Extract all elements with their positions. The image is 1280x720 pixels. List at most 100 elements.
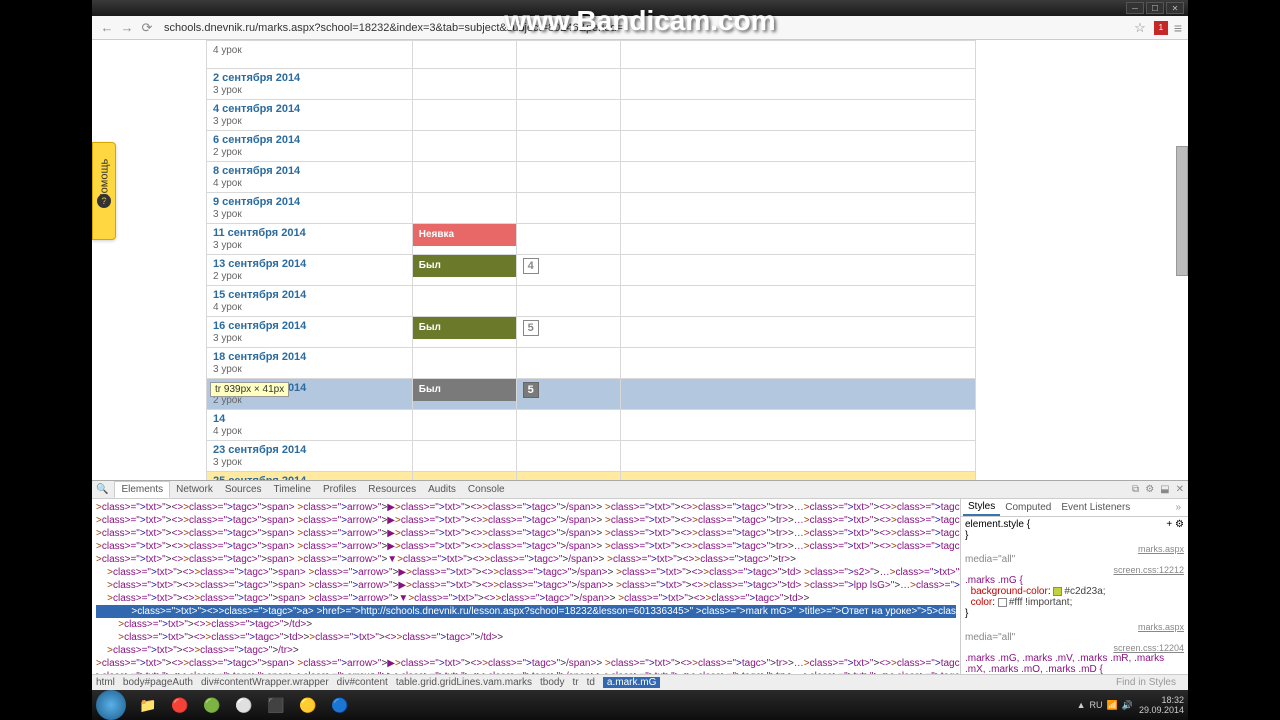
wifi-icon[interactable]: 📶 [1107,700,1118,711]
presence-badge: Был [413,379,516,401]
crumb[interactable]: body#pageAuth [123,677,193,688]
search-icon[interactable]: 🔍 [96,484,108,495]
lesson-date[interactable]: 25 сентября 2014 [213,475,306,480]
taskbar: 📁 🔴 🟢 ⚪ ⬛ 🟡 🔵 ▲ RU 📶 🔊 18:32 29.09.2014 [92,690,1188,720]
system-tray[interactable]: ▲ RU 📶 🔊 18:32 29.09.2014 [1073,695,1184,715]
crumb[interactable]: td [587,677,595,688]
devtools-tab-console[interactable]: Console [462,482,511,497]
lesson-date[interactable]: 9 сентября 2014 [213,196,300,208]
devtools-tab-profiles[interactable]: Profiles [317,482,362,497]
start-button[interactable] [96,690,126,720]
devtools-tab-resources[interactable]: Resources [362,482,422,497]
breadcrumb[interactable]: html body#pageAuth div#contentWrapper.wrap… [92,674,1188,690]
lesson-date[interactable]: 6 сентября 2014 [213,134,300,146]
opera-icon[interactable]: 🔴 [165,693,195,717]
app-icon[interactable]: ⚪ [229,693,259,717]
inspector-tooltip: tr 939px × 41px [210,382,289,397]
lesson-number: 2 урок [213,147,242,158]
chrome-icon[interactable]: 🟢 [197,693,227,717]
maximize-button[interactable]: ☐ [1146,2,1164,14]
table-row[interactable]: 16 сентября 20143 урокБыл5 [207,317,976,348]
table-row[interactable]: 18 сентября 20143 урок [207,348,976,379]
menu-button[interactable]: ≡ [1174,20,1182,36]
crumb[interactable]: a.mark.mG [603,677,660,688]
table-row[interactable]: 15 сентября 20144 урок [207,286,976,317]
letterbox [1188,0,1280,720]
lesson-number: 3 урок [213,457,242,468]
devtools-tab-network[interactable]: Network [170,482,219,497]
lesson-date[interactable]: 18 сентября 2014 [213,351,306,363]
bandicam-icon[interactable]: 🔵 [325,693,355,717]
styles-panel: Styles Computed Event Listeners » + ⚙ele… [960,499,1188,674]
table-row[interactable]: 6 сентября 20142 урок [207,131,976,162]
devtools-tab-elements[interactable]: Elements [114,481,170,498]
minimize-button[interactable]: ─ [1126,2,1144,14]
devtools-tab-audits[interactable]: Audits [422,482,462,497]
lesson-date[interactable]: 4 сентября 2014 [213,103,300,115]
table-row[interactable]: 23 сентября 20143 урок [207,441,976,472]
crumb[interactable]: div#contentWrapper.wrapper [201,677,329,688]
mark-badge[interactable]: 5 [523,320,539,336]
chrome2-icon[interactable]: 🟡 [293,693,323,717]
lesson-date[interactable]: 8 сентября 2014 [213,165,300,177]
crumb[interactable]: div#content [337,677,388,688]
tray-chevron-icon[interactable]: ▲ [1077,700,1086,710]
devtools-tab-sources[interactable]: Sources [219,482,268,497]
extension-icon[interactable]: 1 [1154,21,1168,35]
find-in-styles[interactable]: Find in Styles [1116,677,1176,688]
back-button[interactable]: ← [98,19,116,37]
styles-tab[interactable]: Styles [963,499,1000,516]
lesson-date[interactable]: 2 сентября 2014 [213,72,300,84]
dock-icon[interactable]: ⬓ [1160,484,1169,495]
crumb[interactable]: tr [572,677,578,688]
more-icon[interactable]: » [1170,500,1186,515]
lesson-date[interactable]: 16 сентября 2014 [213,320,306,332]
event-listeners-tab[interactable]: Event Listeners [1056,500,1135,515]
table-row[interactable]: 25 сентября 20143 урок [207,472,976,481]
table-row[interactable]: 20 сентября 20142 урокБыл5 [207,379,976,410]
close-devtools-icon[interactable]: ✕ [1176,484,1184,495]
crumb[interactable]: table.grid.gridLines.vam.marks [396,677,532,688]
clock[interactable]: 18:32 29.09.2014 [1139,695,1184,715]
lesson-date[interactable]: 23 сентября 2014 [213,444,306,456]
computed-tab[interactable]: Computed [1000,500,1056,515]
lesson-number: 4 урок [213,178,242,189]
lang-indicator[interactable]: RU [1090,700,1103,710]
forward-button[interactable]: → [118,19,136,37]
table-row[interactable]: 13 сентября 20142 урокБыл4 [207,255,976,286]
presence-badge: Был [413,317,516,339]
help-tab[interactable]: Помощь ? [92,142,116,240]
crumb[interactable]: tbody [540,677,564,688]
explorer-icon[interactable]: 📁 [133,693,163,717]
table-row[interactable]: 4 урок [207,41,976,69]
dom-tree[interactable]: >class>=">txt>"><>>class>=">tagc>">span>… [92,499,960,674]
lesson-date[interactable]: 14 [213,413,225,425]
lesson-date[interactable]: 13 сентября 2014 [213,258,306,270]
bookmark-icon[interactable]: ☆ [1134,20,1146,36]
reload-button[interactable]: ⟳ [138,19,156,37]
table-row[interactable]: 9 сентября 20143 урок [207,193,976,224]
devtools-tab-timeline[interactable]: Timeline [268,482,317,497]
letterbox [0,0,92,720]
table-row[interactable]: 144 урок [207,410,976,441]
lesson-date[interactable]: 15 сентября 2014 [213,289,306,301]
lesson-number: 3 урок [213,85,242,96]
table-row[interactable]: 4 сентября 20143 урок [207,100,976,131]
volume-icon[interactable]: 🔊 [1122,700,1133,711]
table-row[interactable]: 11 сентября 20143 урок Неявка [207,224,976,255]
app-icon[interactable]: ⬛ [261,693,291,717]
settings-icon[interactable]: ⚙ [1145,484,1154,495]
scrollbar[interactable] [1176,146,1188,276]
presence-badge: Неявка [413,224,516,246]
lesson-number: 4 урок [213,45,242,56]
console-toggle-icon[interactable]: ⧉ [1132,484,1139,495]
mark-badge[interactable]: 4 [523,258,539,274]
mark-badge[interactable]: 5 [523,382,539,398]
lesson-number: 3 урок [213,240,242,251]
lesson-number: 3 урок [213,364,242,375]
table-row[interactable]: 8 сентября 20144 урок [207,162,976,193]
lesson-date[interactable]: 11 сентября 2014 [213,227,306,239]
crumb[interactable]: html [96,677,115,688]
close-button[interactable]: ✕ [1166,2,1184,14]
table-row[interactable]: 2 сентября 20143 урок [207,69,976,100]
